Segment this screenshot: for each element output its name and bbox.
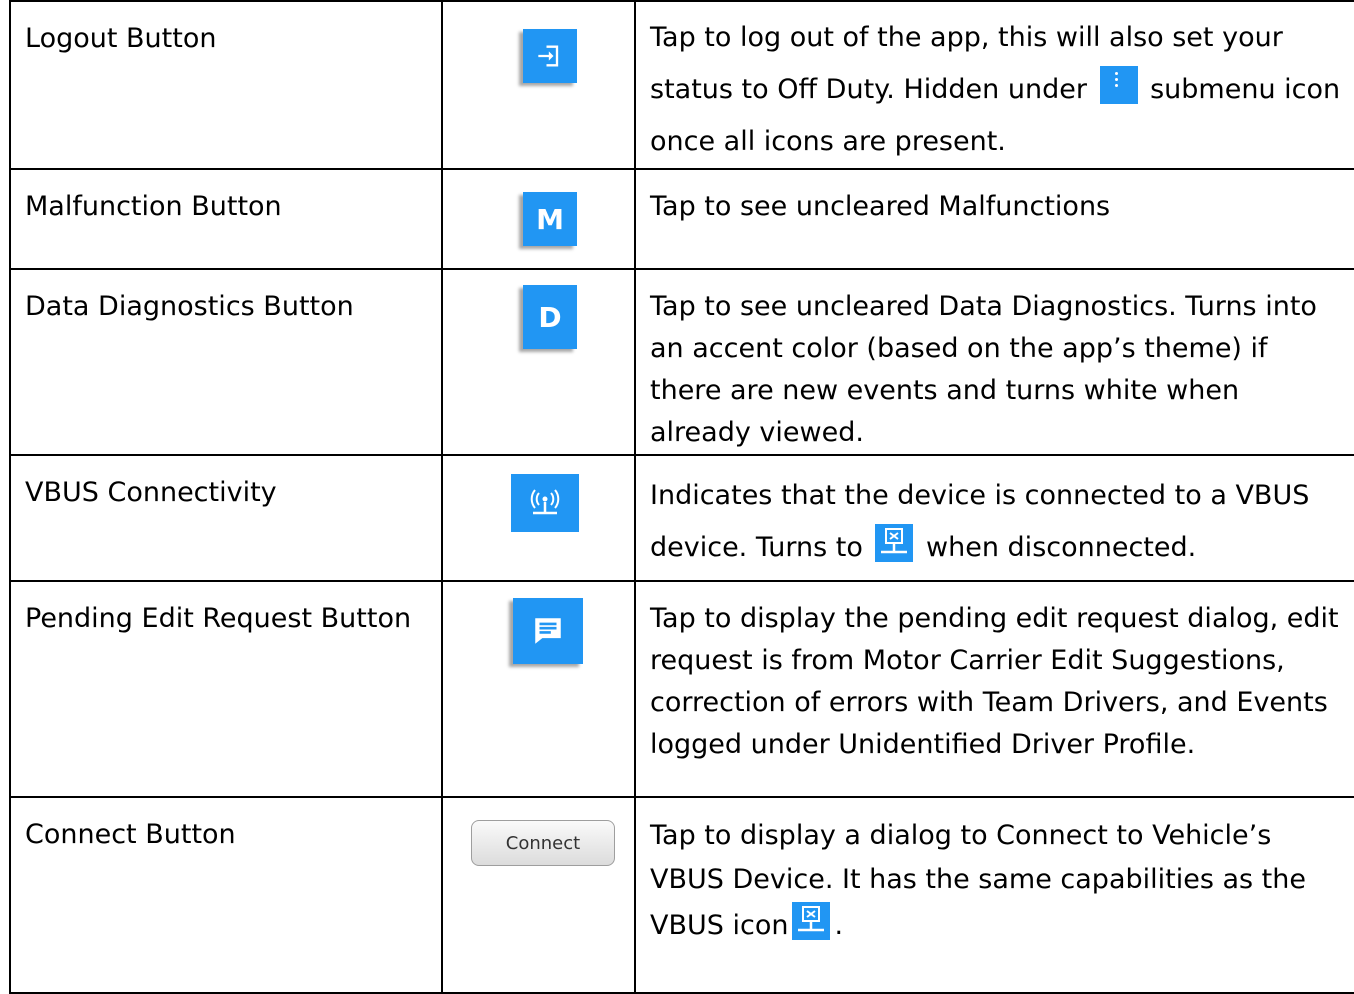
connect-button[interactable]: Connect	[471, 820, 615, 866]
row-name: Connect Button	[9, 796, 443, 994]
row-description: Tap to display the pending edit request …	[634, 580, 1354, 798]
row-name: Pending Edit Request Button	[9, 580, 443, 798]
data-diagnostics-d-icon: D	[523, 285, 577, 349]
row-name: VBUS Connectivity	[9, 454, 443, 582]
table-row: VBUS Connectivity Indicates that the dev…	[9, 454, 1354, 582]
malfunction-m-icon: M	[523, 192, 577, 246]
row-description: Tap to see uncleared Malfunctions	[634, 168, 1354, 270]
row-name: Data Diagnostics Button	[9, 268, 443, 456]
row-name: Logout Button	[9, 0, 443, 170]
table-row: Connect Button Connect Tap to display a …	[9, 796, 1354, 994]
table-row: Data Diagnostics Button D Tap to see unc…	[9, 268, 1354, 456]
logout-icon	[523, 29, 577, 83]
vbus-connected-icon	[511, 474, 579, 532]
vbus-disconnected-icon	[792, 902, 831, 940]
reference-table: Logout Button Tap to log out of the app,…	[9, 0, 1354, 994]
table-row: Malfunction Button M Tap to see uncleare…	[9, 168, 1354, 270]
table-row: Pending Edit Request Button Tap to displ…	[9, 580, 1354, 798]
row-description: Tap to see uncleared Data Diagnostics. T…	[634, 268, 1354, 456]
submenu-dots-icon	[1099, 66, 1138, 104]
row-name: Malfunction Button	[9, 168, 443, 270]
pending-edit-request-icon	[513, 598, 583, 664]
table-row: Logout Button Tap to log out of the app,…	[9, 0, 1354, 170]
vbus-disconnected-icon	[875, 524, 914, 562]
row-description: Tap to display a dialog to Connect to Ve…	[650, 820, 1306, 941]
row-description-cont: .	[834, 910, 844, 941]
row-description-cont: when disconnected.	[926, 532, 1197, 563]
